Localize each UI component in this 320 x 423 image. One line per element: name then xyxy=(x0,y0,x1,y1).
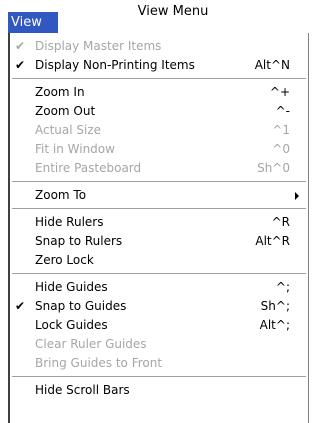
menu-item-label: Zero Lock xyxy=(35,253,94,267)
menu-bar-item-view[interactable]: View xyxy=(8,12,58,33)
menu-item-label: Bring Guides to Front xyxy=(35,356,163,370)
menu-item-label: Clear Ruler Guides xyxy=(35,337,147,351)
menu-item-label: Hide Rulers xyxy=(35,215,104,229)
menu-item-shortcut: ^0 xyxy=(272,142,290,156)
menu-item-shortcut: Sh^0 xyxy=(257,161,290,175)
menu-item-display-master-items: ✔ Display Master Items xyxy=(10,37,308,56)
menu-item-zoom-to[interactable]: Zoom To xyxy=(10,186,308,205)
menu-item-actual-size: Actual Size ^1 xyxy=(10,121,308,140)
menu-item-zoom-out[interactable]: Zoom Out ^- xyxy=(10,102,308,121)
menu-item-shortcut: ^+ xyxy=(269,85,290,99)
menu-item-snap-to-guides[interactable]: ✔ Snap to Guides Sh^; xyxy=(10,297,308,316)
menu-separator xyxy=(10,270,308,278)
menu-item-label: Fit in Window xyxy=(35,142,115,156)
figure-caption: View Menu xyxy=(137,4,209,19)
menu-item-shortcut: Alt^N xyxy=(254,58,290,72)
menu-separator xyxy=(10,75,308,83)
menu-item-clear-ruler-guides: Clear Ruler Guides xyxy=(10,335,308,354)
menu-item-label: Zoom To xyxy=(35,188,87,202)
menu-item-shortcut: ^1 xyxy=(272,123,290,137)
menu-item-label: Lock Guides xyxy=(35,318,108,332)
menu-item-label: Display Non-Printing Items xyxy=(35,58,195,72)
menu-item-label: Hide Scroll Bars xyxy=(35,383,130,397)
menu-item-zoom-in[interactable]: Zoom In ^+ xyxy=(10,83,308,102)
menu-item-shortcut: Sh^; xyxy=(260,299,290,313)
menu-item-label: Snap to Rulers xyxy=(35,234,123,248)
menu-item-label: Snap to Guides xyxy=(35,299,127,313)
menu-item-hide-rulers[interactable]: Hide Rulers ^R xyxy=(10,213,308,232)
checkmark-icon: ✔ xyxy=(14,58,26,72)
menu-item-lock-guides[interactable]: Lock Guides Alt^; xyxy=(10,316,308,335)
menu-separator xyxy=(10,205,308,213)
submenu-arrow-icon xyxy=(295,192,299,200)
menu-separator xyxy=(10,178,308,186)
menu-item-label: Actual Size xyxy=(35,123,102,137)
menu-item-entire-pasteboard: Entire Pasteboard Sh^0 xyxy=(10,159,308,178)
menu-item-shortcut: ^R xyxy=(271,215,290,229)
menu-item-bring-guides-to-front: Bring Guides to Front xyxy=(10,354,308,373)
menu-item-fit-in-window: Fit in Window ^0 xyxy=(10,140,308,159)
menu-item-hide-scroll-bars[interactable]: Hide Scroll Bars xyxy=(10,381,308,400)
menu-separator xyxy=(10,373,308,381)
checkmark-icon: ✔ xyxy=(14,39,26,53)
menu-item-label: Display Master Items xyxy=(35,39,162,53)
menu-item-shortcut: Alt^; xyxy=(259,318,290,332)
menu-item-shortcut: ^- xyxy=(275,104,290,118)
menu-item-shortcut: Alt^R xyxy=(255,234,290,248)
menu-item-label: Hide Guides xyxy=(35,280,108,294)
menu-item-hide-guides[interactable]: Hide Guides ^; xyxy=(10,278,308,297)
menu-item-snap-to-rulers[interactable]: Snap to Rulers Alt^R xyxy=(10,232,308,251)
menu-item-label: Entire Pasteboard xyxy=(35,161,142,175)
menu-item-label: Zoom Out xyxy=(35,104,96,118)
menu-item-label: Zoom In xyxy=(35,85,85,99)
checkmark-icon: ✔ xyxy=(14,299,26,313)
page: View Menu View ✔ Display Master Items ✔ … xyxy=(0,0,316,423)
menu-item-display-non-printing-items[interactable]: ✔ Display Non-Printing Items Alt^N xyxy=(10,56,308,75)
menu-item-shortcut: ^; xyxy=(275,280,290,294)
view-menu-dropdown: ✔ Display Master Items ✔ Display Non-Pri… xyxy=(8,33,309,423)
menu-item-zero-lock[interactable]: Zero Lock xyxy=(10,251,308,270)
